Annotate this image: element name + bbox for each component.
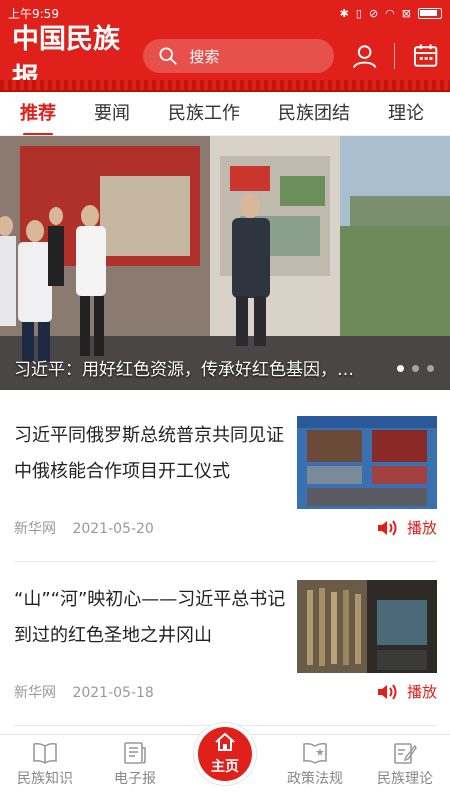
article-source: 新华网 xyxy=(14,685,56,701)
status-icons: ✱ ▯ ⊘ ◠ ⊠ xyxy=(340,7,442,20)
tab-news[interactable]: 要闻 xyxy=(94,92,130,135)
banner-caption: 习近平：用好红色资源，传承好红色基因，把红色江山世世代代传下去 xyxy=(14,360,354,380)
article-meta: 新华网 2021-05-20 xyxy=(14,518,166,538)
home-icon xyxy=(215,732,235,751)
play-label: 播放 xyxy=(406,519,437,537)
calendar-icon[interactable] xyxy=(413,43,438,69)
vibrate-icon: ▯ xyxy=(355,6,362,20)
sim-icon: ⊠ xyxy=(401,6,411,20)
play-audio-button[interactable]: 播放 xyxy=(377,681,437,702)
nav-label: 政策法规 xyxy=(287,771,343,787)
carousel-dot xyxy=(397,365,404,372)
nav-label: 主页 xyxy=(211,759,239,775)
search-input[interactable]: 搜索 xyxy=(143,39,335,73)
tab-ethnic-work[interactable]: 民族工作 xyxy=(168,92,240,135)
wifi-icon: ◠ xyxy=(385,6,395,20)
app-header: 中国民族报 搜索 xyxy=(0,24,450,94)
nav-e-newspaper[interactable]: 电子报 xyxy=(90,735,180,800)
search-icon xyxy=(159,47,177,65)
article-item[interactable]: 习近平同俄罗斯总统普京共同见证中俄核能合作项目开工仪式 新华网 2021-05-… xyxy=(14,398,437,562)
header-pattern xyxy=(0,80,450,92)
search-placeholder: 搜索 xyxy=(189,47,220,66)
carousel-dot xyxy=(412,365,419,372)
newspaper-icon xyxy=(124,742,146,764)
article-title: 习近平同俄罗斯总统普京共同见证中俄核能合作项目开工仪式 xyxy=(14,425,284,482)
article-thumbnail xyxy=(297,416,437,509)
user-icon[interactable] xyxy=(352,43,377,69)
edit-doc-icon xyxy=(394,743,417,764)
article-thumbnail xyxy=(297,580,437,673)
banner-photo xyxy=(0,136,450,390)
article-meta: 新华网 2021-05-18 xyxy=(14,682,166,702)
tab-theory[interactable]: 理论 xyxy=(388,92,424,135)
battery-icon xyxy=(418,7,442,19)
star-book-icon xyxy=(303,742,327,764)
tab-ethnic-unity[interactable]: 民族团结 xyxy=(278,92,350,135)
nav-home[interactable]: 主页 xyxy=(180,723,270,800)
article-date: 2021-05-20 xyxy=(72,521,154,537)
tab-recommend[interactable]: 推荐 xyxy=(20,92,56,135)
featured-banner[interactable]: 习近平：用好红色资源，传承好红色基因，把红色江山世世代代传下去 xyxy=(0,136,450,390)
article-title: “山”“河”映初心——习近平总书记到过的红色圣地之井冈山 xyxy=(14,589,286,646)
article-date: 2021-05-18 xyxy=(72,685,154,701)
article-source: 新华网 xyxy=(14,521,56,537)
speaker-icon xyxy=(377,519,397,536)
bottom-navigation: 民族知识 电子报 主页 政策法规 民族理论 xyxy=(0,723,450,800)
nav-ethnic-theory[interactable]: 民族理论 xyxy=(360,735,450,800)
no-sim-icon: ⊘ xyxy=(368,6,379,20)
carousel-dot xyxy=(427,365,434,372)
speaker-icon xyxy=(377,683,397,700)
bluetooth-icon: ✱ xyxy=(339,6,349,20)
nav-ethnic-knowledge[interactable]: 民族知识 xyxy=(0,735,90,800)
nav-policy-regulations[interactable]: 政策法规 xyxy=(270,735,360,800)
carousel-indicator xyxy=(397,365,434,372)
nav-label: 民族理论 xyxy=(377,771,433,787)
nav-label: 民族知识 xyxy=(17,771,73,787)
play-label: 播放 xyxy=(406,683,437,701)
home-button[interactable]: 主页 xyxy=(194,723,256,785)
nav-label: 电子报 xyxy=(114,771,156,787)
article-item[interactable]: “山”“河”映初心——习近平总书记到过的红色圣地之井冈山 新华网 2021-05… xyxy=(14,562,437,726)
play-audio-button[interactable]: 播放 xyxy=(377,517,437,538)
book-icon xyxy=(33,742,57,764)
category-tabs: 推荐 要闻 民族工作 民族团结 理论 xyxy=(0,92,450,136)
header-divider xyxy=(393,43,395,69)
